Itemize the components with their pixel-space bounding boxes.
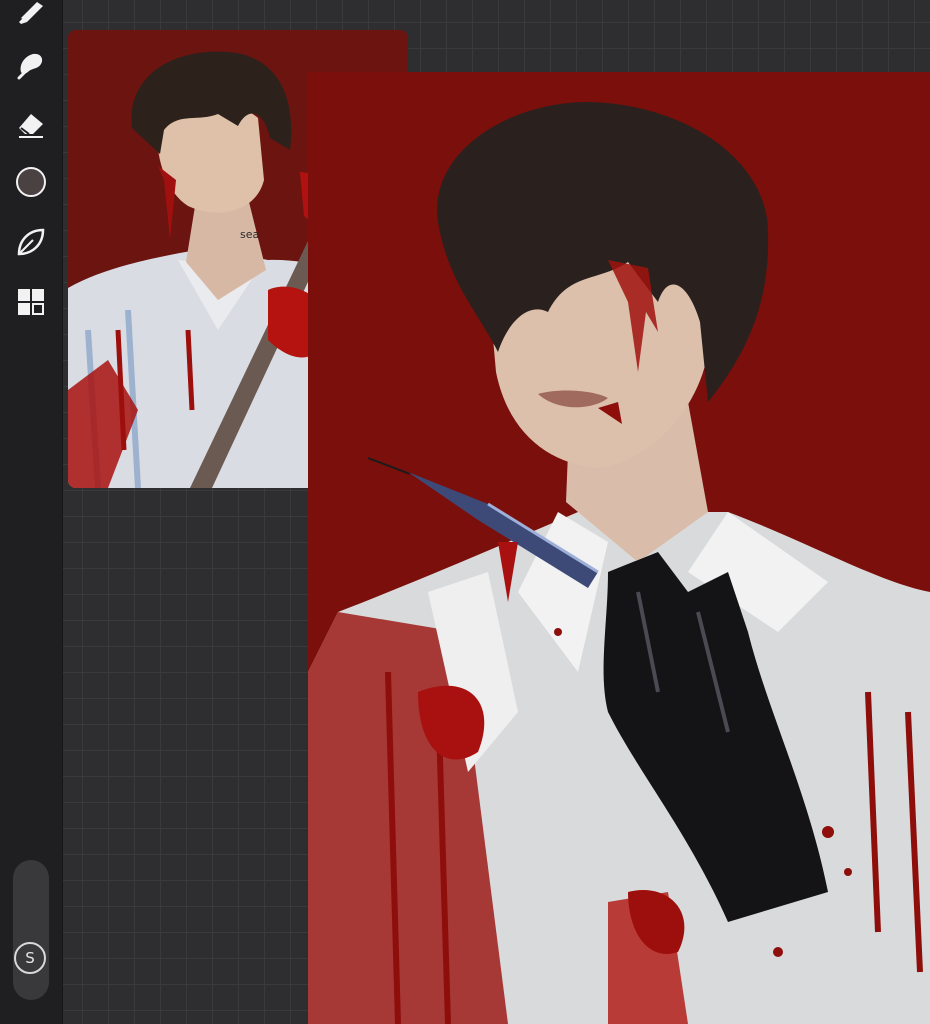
left-toolbar: S: [0, 0, 63, 1024]
brush-icon: [19, 2, 43, 24]
selection-tool-button[interactable]: [13, 224, 49, 260]
brush-tool-button[interactable]: [13, 0, 49, 30]
layers-button[interactable]: [13, 284, 49, 320]
eraser-tool-button[interactable]: [13, 106, 49, 142]
size-slider-button[interactable]: S: [14, 942, 46, 974]
neck-tattoo-text: sea: [240, 228, 259, 241]
color-swatch-icon: [16, 167, 46, 197]
smudge-tool-button[interactable]: [13, 46, 49, 82]
size-slider-label: S: [25, 949, 35, 967]
main-illustration: [308, 72, 930, 1024]
leaf-shape-icon: [17, 228, 45, 256]
main-artwork-canvas[interactable]: [308, 72, 930, 1024]
layers-grid-icon: [18, 289, 44, 315]
eraser-icon: [19, 114, 43, 138]
brush-size-slider[interactable]: [13, 860, 49, 1000]
color-picker-button[interactable]: [13, 164, 49, 200]
smudge-icon: [17, 53, 43, 80]
